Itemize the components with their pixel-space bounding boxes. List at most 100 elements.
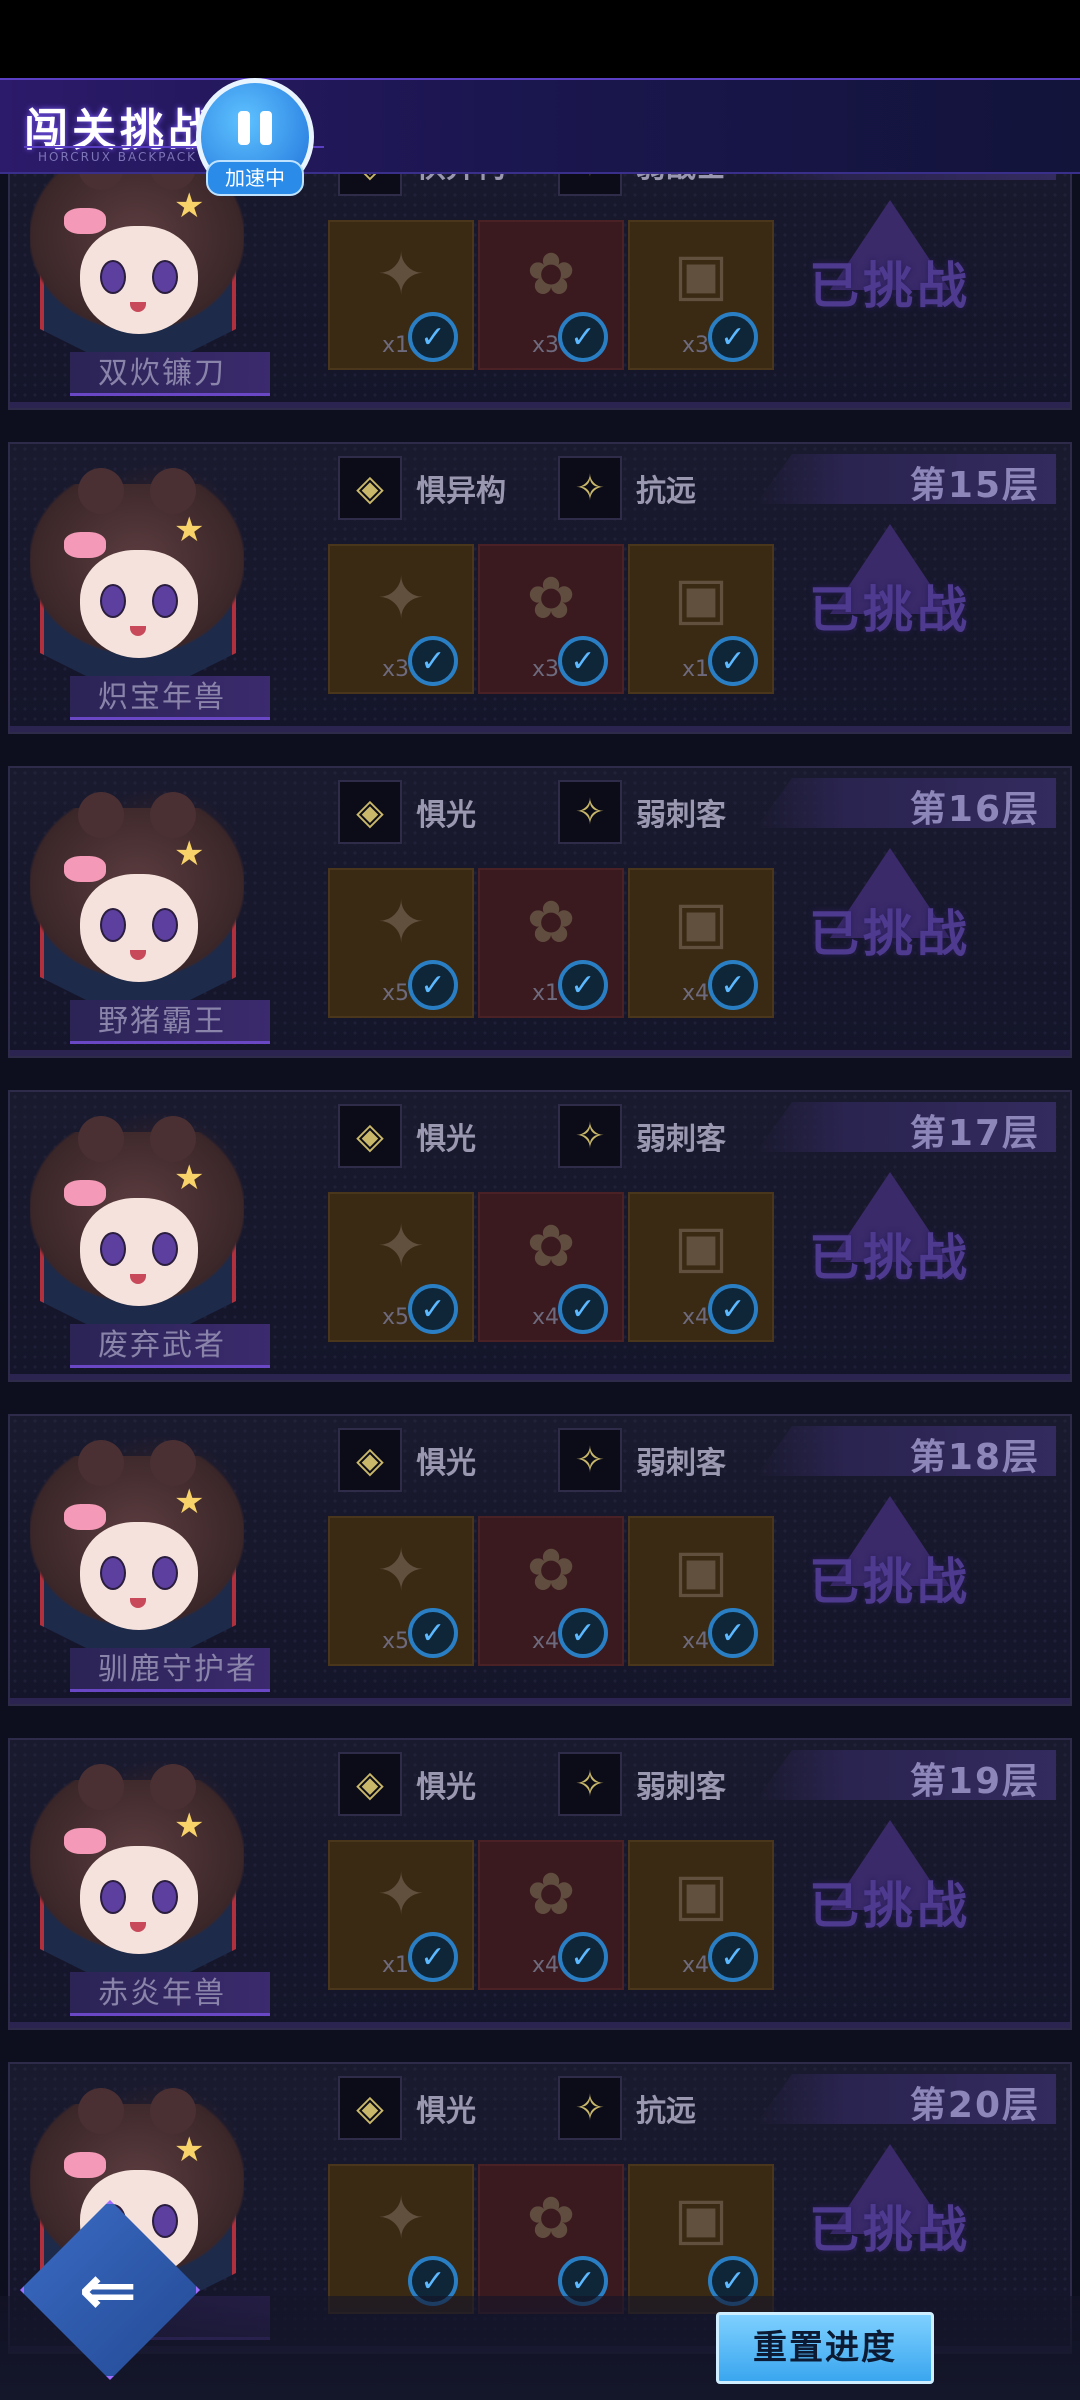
reward-slot[interactable]: ✿ x40 ✓ — [478, 1192, 624, 1342]
eye — [152, 1880, 178, 1914]
reward-slot[interactable]: ▣ x30 ✓ — [628, 220, 774, 370]
reward-slot[interactable]: ✿ x30 ✓ — [478, 544, 624, 694]
reward-slot[interactable]: ✿ x40 ✓ — [478, 1516, 624, 1666]
reward-item-icon: ✿ — [526, 240, 576, 308]
chibi-face — [80, 550, 198, 658]
reward-slot[interactable]: ✦ x1 ✓ — [328, 1840, 474, 1990]
trait-label: 惧光 — [416, 1446, 476, 1481]
challenged-label: 已挑战 — [809, 581, 971, 639]
eye — [152, 260, 178, 294]
reward-slot[interactable]: ▣ x1 ✓ — [628, 544, 774, 694]
claimed-check-icon: ✓ — [408, 636, 458, 686]
mouth — [130, 1922, 146, 1932]
claimed-check-icon: ✓ — [708, 1608, 758, 1658]
reward-item-icon: ✦ — [376, 2184, 426, 2252]
star-icon: ★ — [174, 1482, 205, 1522]
floor-number: 第19层 — [909, 1761, 1040, 1802]
reward-slot[interactable]: ✦ x5 ✓ — [328, 1516, 474, 1666]
boss-name: 野猪霸王 — [70, 1000, 270, 1044]
reward-item-icon: ✦ — [376, 564, 426, 632]
reward-slot[interactable]: ▣ x40 ✓ — [628, 868, 774, 1018]
floor-card[interactable]: 第17层 ◈ 惧光 ✧ 弱刺客 ✦ x5 ✓ ✿ x40 ✓ ▣ x40 ✓ 已… — [8, 1090, 1072, 1382]
resist-trait: ✧ 弱刺客 — [558, 780, 726, 844]
reward-slot[interactable]: ▣ x40 ✓ — [628, 1516, 774, 1666]
challenged-stamp: 已挑战 — [790, 190, 990, 360]
reward-item-icon: ▣ — [673, 240, 729, 308]
floor-card[interactable]: 第15层 ◈ 惧异构 ✧ 抗远 ✦ x3 ✓ ✿ x30 ✓ ▣ x1 ✓ 已挑… — [8, 442, 1072, 734]
resist-trait: ✧ 弱刺客 — [558, 1752, 726, 1816]
hair-bun — [78, 2088, 124, 2134]
pink-bow-icon — [64, 1180, 106, 1206]
star-icon: ★ — [174, 1806, 205, 1846]
hair-bun — [150, 468, 196, 514]
pink-bow-icon — [64, 856, 106, 882]
reward-slot[interactable]: ▣ ✓ — [628, 2164, 774, 2314]
reward-slot[interactable]: ✿ ✓ — [478, 2164, 624, 2314]
reward-item-icon: ✿ — [526, 1860, 576, 1928]
header-bar: 闯关挑战 HORCRUX BACKPACK — [0, 78, 1080, 174]
eye — [100, 1880, 126, 1914]
boss-name: 炽宝年兽 — [70, 676, 270, 720]
chibi-face — [80, 874, 198, 982]
reward-slot[interactable]: ▣ x40 ✓ — [628, 1192, 774, 1342]
trait-label: 惧异构 — [416, 474, 506, 509]
trait-icon: ✧ — [558, 780, 622, 844]
challenged-stamp: 已挑战 — [790, 2134, 990, 2304]
challenged-stamp: 已挑战 — [790, 1810, 990, 1980]
trait-label: 弱刺客 — [636, 1446, 726, 1481]
mouth — [130, 1274, 146, 1284]
card-divider — [10, 1050, 1070, 1056]
pink-bow-icon — [64, 208, 106, 234]
pause-icon — [238, 111, 272, 145]
reward-slot[interactable]: ✦ x1 ✓ — [328, 220, 474, 370]
claimed-check-icon: ✓ — [558, 312, 608, 362]
trait-icon: ◈ — [338, 1752, 402, 1816]
reward-quantity: x5 — [382, 1629, 410, 1654]
reward-slot[interactable]: ✦ x3 ✓ — [328, 544, 474, 694]
reward-slot[interactable]: ✦ x5 ✓ — [328, 868, 474, 1018]
reward-item-icon: ▣ — [673, 2184, 729, 2252]
reward-quantity: x3 — [382, 657, 410, 682]
status-bar — [0, 0, 1080, 78]
page-title: 闯关挑战 — [24, 105, 216, 156]
hair-bun — [78, 1116, 124, 1162]
reward-item-icon: ✦ — [376, 888, 426, 956]
mouth — [130, 950, 146, 960]
hair-bun — [150, 2088, 196, 2134]
trait-label: 抗远 — [636, 474, 696, 509]
reward-item-icon: ✦ — [376, 240, 426, 308]
star-icon: ★ — [174, 510, 205, 550]
page-subtitle: HORCRUX BACKPACK — [38, 150, 197, 164]
eye — [100, 1556, 126, 1590]
reward-slot[interactable]: ✦ x5 ✓ — [328, 1192, 474, 1342]
card-divider — [10, 726, 1070, 732]
trait-label: 抗远 — [636, 2094, 696, 2129]
reset-progress-button[interactable]: 重置进度 — [716, 2312, 934, 2384]
floor-number: 第20层 — [909, 2085, 1040, 2126]
challenged-stamp: 已挑战 — [790, 1162, 990, 1332]
challenged-label: 已挑战 — [809, 905, 971, 963]
trait-icon: ◈ — [338, 1104, 402, 1168]
reward-slot[interactable]: ✦ ✓ — [328, 2164, 474, 2314]
reward-slot[interactable]: ✿ x1 ✓ — [478, 868, 624, 1018]
chibi-face — [80, 1198, 198, 1306]
star-icon: ★ — [174, 186, 205, 226]
reward-slot[interactable]: ✿ x30 ✓ — [478, 220, 624, 370]
trait-icon: ◈ — [338, 2076, 402, 2140]
chibi-face — [80, 1846, 198, 1954]
pink-bow-icon — [64, 2152, 106, 2178]
reward-item-icon: ✦ — [376, 1536, 426, 1604]
floor-card[interactable]: 第18层 ◈ 惧光 ✧ 弱刺客 ✦ x5 ✓ ✿ x40 ✓ ▣ x40 ✓ 已… — [8, 1414, 1072, 1706]
star-icon: ★ — [174, 2130, 205, 2170]
reward-slot[interactable]: ▣ x40 ✓ — [628, 1840, 774, 1990]
floor-card[interactable]: 第16层 ◈ 惧光 ✧ 弱刺客 ✦ x5 ✓ ✿ x1 ✓ ▣ x40 ✓ 已挑… — [8, 766, 1072, 1058]
reward-item-icon: ✿ — [526, 1536, 576, 1604]
reward-item-icon: ✿ — [526, 564, 576, 632]
trait-icon: ◈ — [338, 456, 402, 520]
resist-trait: ✧ 弱刺客 — [558, 1104, 726, 1168]
claimed-check-icon: ✓ — [408, 1284, 458, 1334]
challenged-label: 已挑战 — [809, 2201, 971, 2259]
eye — [152, 908, 178, 942]
reward-slot[interactable]: ✿ x40 ✓ — [478, 1840, 624, 1990]
floor-card[interactable]: 第19层 ◈ 惧光 ✧ 弱刺客 ✦ x1 ✓ ✿ x40 ✓ ▣ x40 ✓ 已… — [8, 1738, 1072, 2030]
